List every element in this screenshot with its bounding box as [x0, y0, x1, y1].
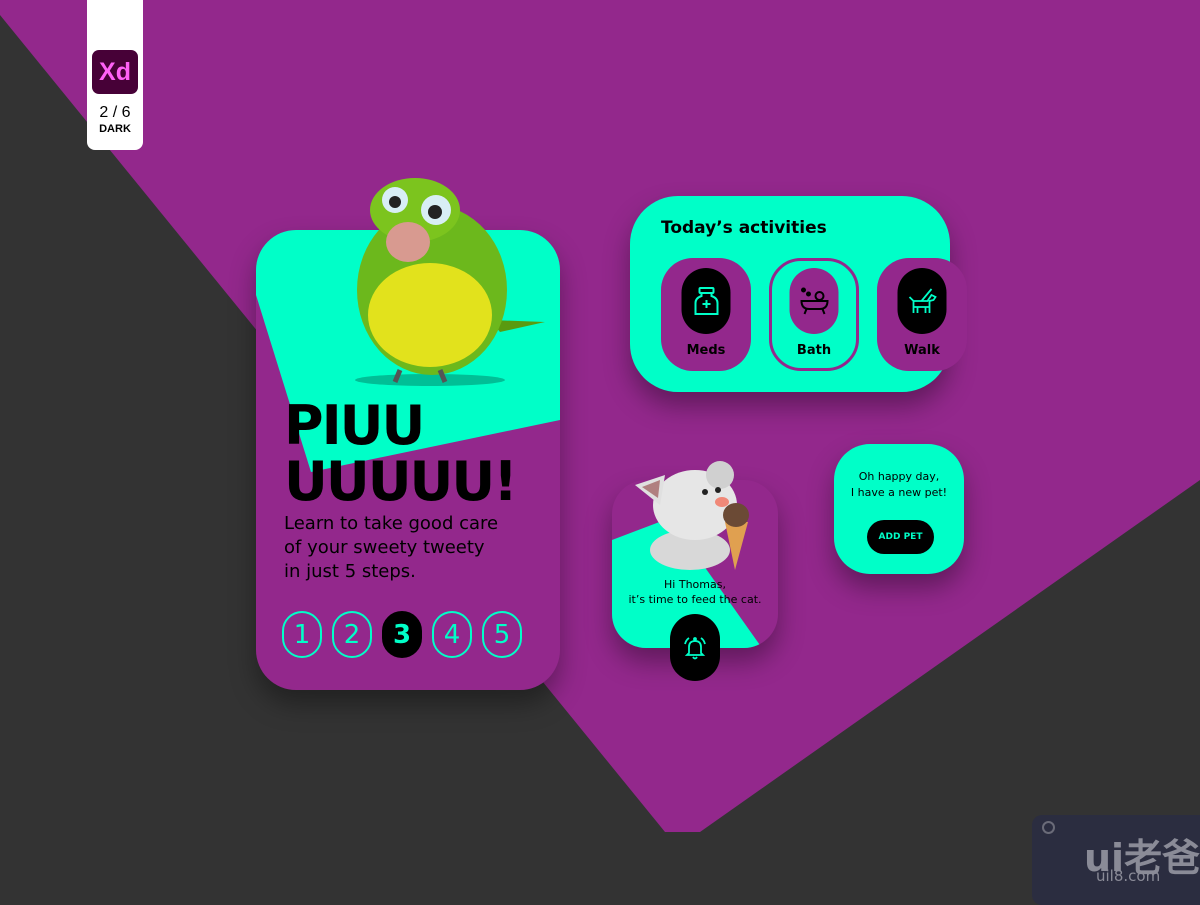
- dog-walk-icon: [897, 268, 947, 334]
- bathtub-icon: [789, 268, 839, 334]
- title-line: UUUUU!: [284, 450, 518, 513]
- bell-icon: [684, 636, 706, 659]
- tag-hole: [1042, 821, 1055, 834]
- activity-label: Walk: [904, 343, 940, 358]
- step-2[interactable]: 2: [332, 611, 372, 658]
- activity-meds[interactable]: Meds: [661, 258, 751, 371]
- watermark-url: uil8.com: [1096, 867, 1161, 885]
- activities-card: Today’s activities Meds Bath Walk: [630, 196, 967, 392]
- bird-illustration: [355, 178, 545, 386]
- theme-label: DARK: [99, 123, 131, 135]
- activity-label: Meds: [686, 343, 726, 358]
- activity-bath[interactable]: Bath: [769, 258, 859, 371]
- notification-button[interactable]: [670, 614, 720, 681]
- xd-logo: Xd: [92, 50, 138, 94]
- message-line: it’s time to feed the cat.: [628, 593, 762, 606]
- activities-title: Today’s activities: [661, 218, 827, 238]
- new-pet-card: Oh happy day, I have a new pet! ADD PET: [834, 444, 964, 574]
- description-line: in just 5 steps.: [284, 561, 416, 582]
- step-4[interactable]: 4: [432, 611, 472, 658]
- add-pet-button[interactable]: ADD PET: [867, 520, 934, 554]
- cat-illustration: [635, 461, 749, 570]
- onboarding-description: Learn to take good care of your sweety t…: [284, 512, 498, 584]
- new-pet-message: Oh happy day, I have a new pet!: [834, 469, 964, 501]
- message-line: Oh happy day,: [858, 470, 940, 483]
- xd-badge: Xd 2 / 6 DARK: [87, 0, 143, 150]
- page-indicator: 2 / 6: [99, 104, 131, 121]
- description-line: of your sweety tweety: [284, 537, 485, 558]
- onboarding-title: PIUU UUUUU!: [284, 394, 518, 513]
- watermark: ui老爸 uil8.com: [1032, 815, 1200, 905]
- title-line: PIUU: [284, 394, 425, 457]
- description-line: Learn to take good care: [284, 513, 499, 534]
- activity-walk[interactable]: Walk: [877, 258, 967, 371]
- step-5[interactable]: 5: [482, 611, 522, 658]
- step-1[interactable]: 1: [282, 611, 322, 658]
- step-indicator: 1 2 3 4 5: [282, 611, 522, 658]
- reminder-message: Hi Thomas, it’s time to feed the cat.: [612, 577, 778, 607]
- step-3[interactable]: 3: [382, 611, 422, 658]
- message-line: I have a new pet!: [850, 486, 948, 499]
- background: [0, 0, 1200, 832]
- activity-label: Bath: [796, 343, 832, 358]
- medicine-bottle-icon: [681, 268, 731, 334]
